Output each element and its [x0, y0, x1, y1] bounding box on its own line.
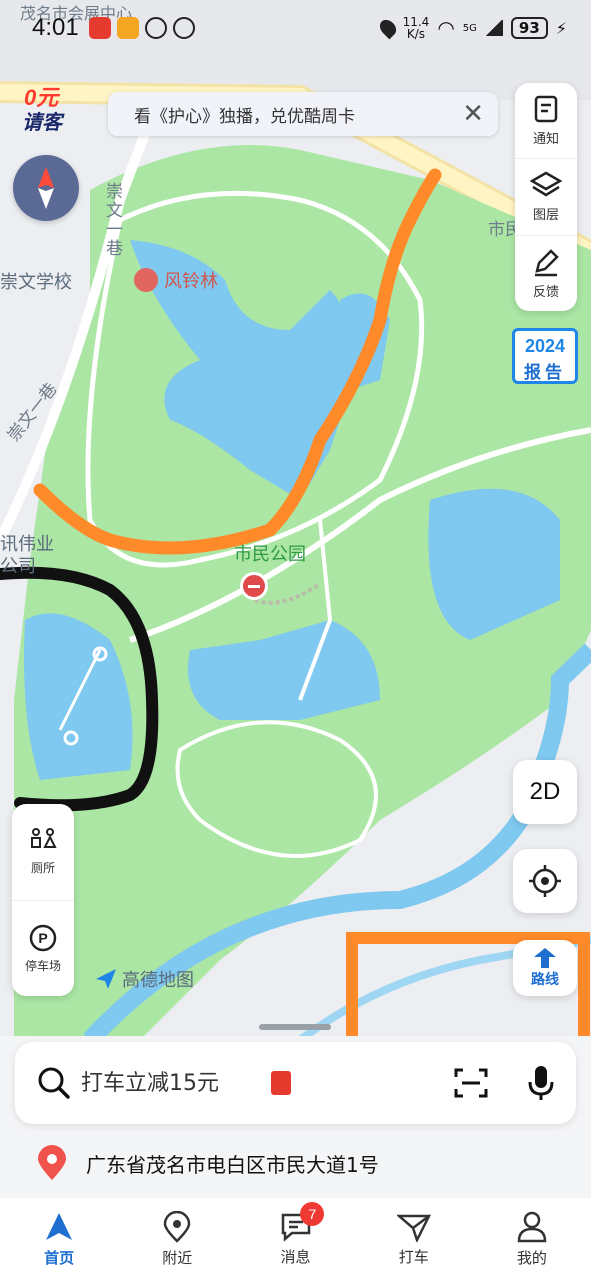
current-address[interactable]: 广东省茂名市电白区市民大道1号 — [0, 1132, 591, 1194]
parking-button[interactable]: P 停车场 — [12, 899, 74, 997]
microphone-icon[interactable] — [528, 1065, 554, 1101]
net-speed: 11.4 K/s — [402, 15, 430, 41]
map-graphics — [0, 0, 591, 1040]
unread-badge: 7 — [300, 1202, 325, 1226]
eye-icon — [144, 17, 167, 39]
search-bar[interactable] — [15, 1042, 576, 1124]
alley-label: 崇文一巷 — [102, 182, 122, 258]
address-text: 广东省茂名市电白区市民大道1号 — [86, 1152, 379, 1177]
layers-icon — [530, 172, 562, 197]
status-right: 11.4 K/s ◠ 5G 93 ⚡ — [376, 15, 567, 41]
location-pin-icon — [164, 1210, 191, 1243]
facility-tools: 厕所 P 停车场 — [12, 804, 74, 996]
notification-icon — [534, 95, 558, 123]
wifi-icon: ◠ — [437, 16, 455, 40]
toilet-icon — [31, 828, 57, 849]
parking-icon: P — [29, 924, 57, 951]
location-icon — [376, 16, 399, 40]
map-view[interactable]: 茂名市会展中心 市民 崇文学校 崇文一巷 崇文一巷 讯伟业 公司 风铃林 市民公… — [0, 0, 591, 1040]
crosshair-icon — [529, 865, 561, 897]
battery-indicator: 93 — [510, 17, 548, 39]
tab-me[interactable]: 我的 — [473, 1198, 591, 1280]
locate-button[interactable] — [513, 849, 577, 913]
poi-fengling[interactable]: 风铃林 — [134, 267, 218, 293]
tab-nearby[interactable]: 附近 — [118, 1198, 236, 1280]
network-type: 5G — [462, 22, 477, 34]
poi-icon — [134, 268, 158, 292]
svg-text:P: P — [38, 930, 47, 946]
scan-icon[interactable] — [454, 1068, 488, 1098]
tab-bar: 首页 附近 消息 7 打车 我的 — [0, 1198, 591, 1280]
feedback-button[interactable]: 反馈 — [515, 234, 577, 311]
toilet-button[interactable]: 厕所 — [12, 804, 74, 900]
2d-mode-button[interactable]: 2D — [513, 760, 577, 824]
map-pin-icon — [38, 1145, 66, 1180]
tab-home[interactable]: 首页 — [0, 1198, 118, 1280]
pencil-icon — [535, 249, 559, 277]
alarm-icon — [172, 17, 195, 39]
app-notification-icon — [116, 17, 139, 39]
no-entry-icon[interactable] — [240, 572, 268, 600]
poi-label: 风铃林 — [164, 271, 218, 292]
user-icon — [517, 1211, 547, 1242]
compass-button[interactable] — [13, 155, 79, 221]
sheet-drag-handle[interactable] — [259, 1024, 331, 1030]
map-tools: 通知 图层 反馈 — [515, 83, 577, 311]
search-icon — [38, 1067, 70, 1099]
promo-banner[interactable]: 看《护心》独播，兑优酷周卡 ✕ — [108, 92, 498, 136]
promo-text: 看《护心》独播，兑优酷周卡 — [134, 106, 355, 127]
close-icon[interactable]: ✕ — [462, 99, 484, 129]
tab-messages[interactable]: 消息 7 — [236, 1198, 354, 1280]
annual-report-button[interactable]: 2024 报告 — [512, 322, 578, 384]
route-arrow-icon — [534, 948, 556, 968]
amap-logo: 高德地图 — [94, 966, 194, 992]
charging-icon: ⚡ — [555, 18, 567, 38]
route-button[interactable]: 路线 — [513, 940, 577, 996]
school-label: 崇文学校 — [0, 272, 72, 293]
notification-icons — [88, 17, 195, 39]
status-bar: 4:01 11.4 K/s ◠ 5G 93 ⚡ — [0, 0, 591, 56]
red-packet-icon — [271, 1071, 291, 1095]
search-input[interactable] — [81, 1070, 271, 1096]
clock: 4:01 — [32, 14, 79, 41]
park-label: 市民公园 — [234, 544, 306, 565]
compass-icon — [38, 167, 54, 209]
taxi-icon — [396, 1214, 431, 1242]
amap-logo-icon — [96, 969, 116, 989]
signal-icon — [484, 20, 503, 36]
home-nav-icon — [46, 1212, 73, 1240]
notify-button[interactable]: 通知 — [515, 83, 577, 158]
company-label-2: 公司 — [0, 556, 36, 577]
app-notification-icon — [88, 17, 111, 39]
tab-taxi[interactable]: 打车 — [355, 1198, 473, 1280]
layers-button[interactable]: 图层 — [515, 158, 577, 234]
free-ride-badge[interactable]: 0元 请客 — [14, 78, 78, 136]
